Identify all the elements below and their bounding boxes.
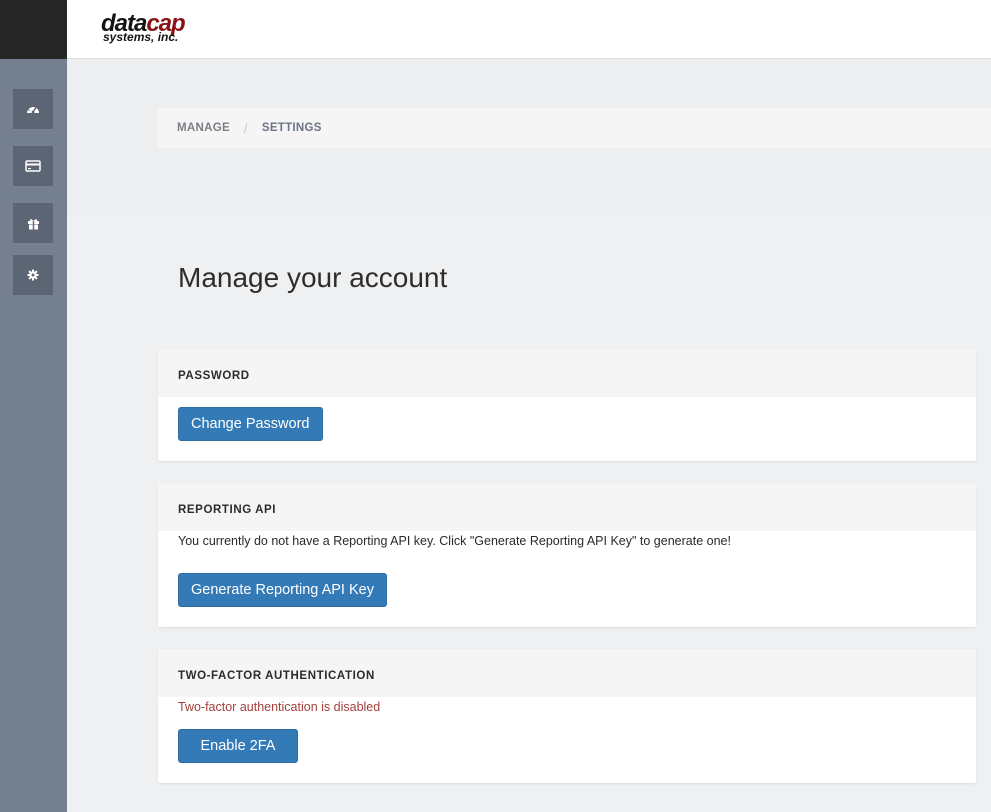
breadcrumb: MANAGE / SETTINGS (157, 108, 991, 148)
top-header: datacap systems, inc. (0, 0, 991, 59)
two-factor-status: Two-factor authentication is disabled (178, 700, 381, 714)
datacap-logo[interactable]: datacap systems, inc. (101, 12, 256, 45)
change-password-button[interactable]: Change Password (178, 407, 323, 441)
gear-icon (27, 269, 39, 281)
logo-subline: systems, inc. (103, 30, 179, 44)
breadcrumb-separator: / (243, 120, 248, 136)
two-factor-card-title: TWO-FACTOR AUTHENTICATION (158, 649, 976, 697)
sidebar (0, 59, 67, 812)
tachometer-icon (27, 105, 39, 114)
breadcrumb-item-manage[interactable]: MANAGE (177, 122, 230, 134)
credit-card-icon (25, 160, 41, 172)
sidebar-item-settings[interactable] (13, 255, 53, 295)
sidebar-item-transactions[interactable] (13, 146, 53, 186)
password-card: PASSWORD Change Password (158, 349, 976, 461)
gift-icon (27, 218, 39, 229)
reporting-api-card: REPORTING API You currently do not have … (158, 483, 976, 627)
breadcrumb-item-settings: SETTINGS (261, 122, 322, 134)
enable-2fa-button[interactable]: Enable 2FA (178, 729, 298, 763)
password-card-title: PASSWORD (158, 349, 976, 397)
reporting-api-message: You currently do not have a Reporting AP… (178, 534, 731, 548)
sidebar-item-gift[interactable] (13, 203, 53, 243)
sidebar-item-dashboard[interactable] (13, 89, 53, 129)
reporting-api-card-title: REPORTING API (158, 483, 976, 531)
header-corner (0, 0, 67, 59)
two-factor-card: TWO-FACTOR AUTHENTICATION Two-factor aut… (158, 649, 976, 783)
page-title: Manage your account (178, 262, 448, 293)
generate-api-key-button[interactable]: Generate Reporting API Key (178, 573, 387, 607)
